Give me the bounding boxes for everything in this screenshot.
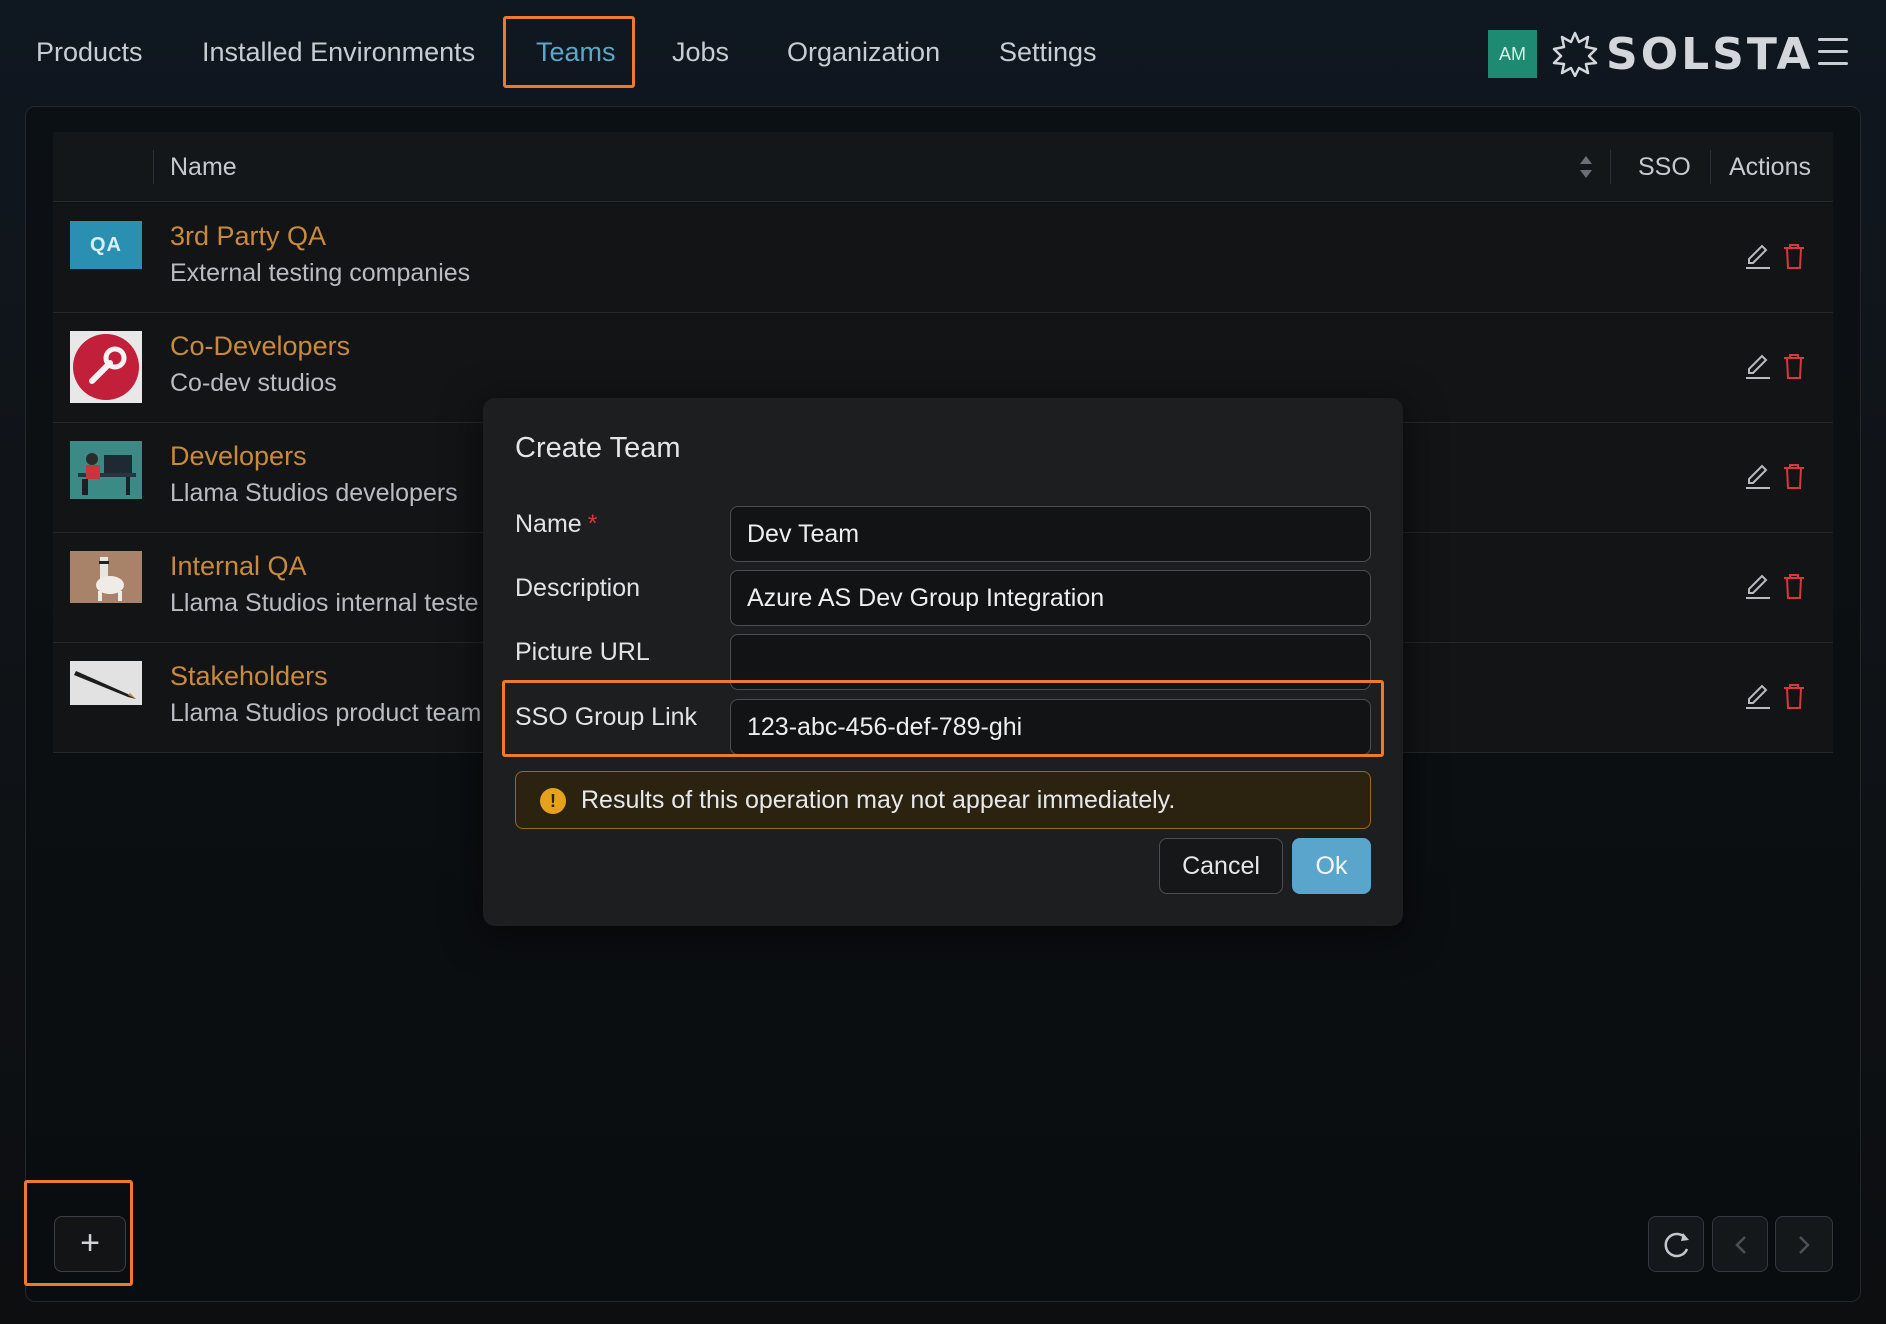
picture-url-label: Picture URL [515,638,650,666]
nav-teams[interactable]: Teams [536,24,616,80]
nav-settings[interactable]: Settings [999,24,1097,80]
required-marker: * [587,510,598,538]
next-page-button[interactable] [1775,1216,1833,1272]
logo-text: SOLSTA [1606,28,1814,80]
sso-group-link-input[interactable] [730,699,1371,755]
delete-icon[interactable] [1779,461,1809,491]
row-actions [1743,681,1813,715]
delete-icon[interactable] [1779,681,1809,711]
edit-icon[interactable] [1743,681,1773,711]
delete-icon[interactable] [1779,351,1809,381]
refresh-button[interactable] [1648,1216,1704,1272]
dialog-title: Create Team [515,432,681,464]
alert-message: Results of this operation may not appear… [581,786,1176,814]
wrench-icon [73,334,139,400]
team-description: External testing companies [170,259,471,287]
menu-icon[interactable] [1818,38,1848,70]
row-actions [1743,461,1813,495]
team-description: Llama Studios developers [170,479,458,507]
create-team-dialog: Create Team Name* Description Picture UR… [483,398,1403,926]
picture-url-input[interactable] [730,634,1371,690]
name-label-text: Name [515,510,582,538]
refresh-icon [1664,1232,1689,1258]
row-actions [1743,351,1813,385]
header-actions: Actions [1729,153,1811,181]
team-name-link[interactable]: Developers [170,441,307,472]
add-team-button[interactable]: + [54,1216,126,1272]
qa-logo-text: QA [90,234,122,256]
sso-group-link-label: SSO Group Link [515,703,698,731]
ok-button[interactable]: Ok [1292,838,1371,894]
chevron-left-icon [1735,1236,1746,1254]
warning-alert: ! Results of this operation may not appe… [515,771,1371,829]
team-description: Llama Studios internal teste [170,589,479,617]
table-row[interactable]: QA 3rd Party QA External testing compani… [53,203,1833,313]
nav-organization[interactable]: Organization [787,24,940,80]
row-actions [1743,241,1813,275]
header-name[interactable]: Name [170,132,237,202]
delete-icon[interactable] [1779,241,1809,271]
delete-icon[interactable] [1779,571,1809,601]
team-name-link[interactable]: Co-Developers [170,331,350,362]
team-description: Llama Studios product team [170,699,482,727]
description-label: Description [515,574,641,602]
warning-icon: ! [540,788,566,814]
user-avatar[interactable]: AM [1488,30,1537,78]
chevron-right-icon [1799,1236,1810,1254]
header-sso: SSO [1638,153,1691,181]
sort-icon[interactable] [1578,152,1594,182]
edit-icon[interactable] [1743,241,1773,271]
team-name-link[interactable]: Internal QA [170,551,307,582]
header-divider [1710,150,1711,184]
team-name-link[interactable]: 3rd Party QA [170,221,326,252]
team-thumbnail [70,441,142,499]
name-label: Name * [515,510,597,539]
pen-icon [70,661,142,705]
name-input[interactable] [730,506,1371,562]
previous-page-button[interactable] [1712,1216,1768,1272]
edit-icon[interactable] [1743,351,1773,381]
row-actions [1743,571,1813,605]
developer-illustration-icon [70,441,142,499]
llama-icon [70,551,142,603]
nav-installed-environments[interactable]: Installed Environments [202,24,475,80]
team-name-link[interactable]: Stakeholders [170,661,328,692]
cancel-button[interactable]: Cancel [1159,838,1283,894]
edit-icon[interactable] [1743,461,1773,491]
team-description: Co-dev studios [170,369,337,397]
team-thumbnail [70,331,142,403]
edit-icon[interactable] [1743,571,1773,601]
top-nav: Products Installed Environments Teams Jo… [0,0,1886,104]
solsta-logo[interactable]: SOLSTA [1552,26,1813,82]
nav-jobs[interactable]: Jobs [672,24,729,80]
team-thumbnail: QA [70,221,142,269]
description-input[interactable] [730,570,1371,626]
team-thumbnail [70,551,142,603]
table-header: Name SSO Actions [53,132,1833,202]
header-divider [1610,150,1611,184]
nav-products[interactable]: Products [36,24,143,80]
header-divider [153,150,154,184]
sunburst-logo-icon [1552,31,1598,77]
team-thumbnail [70,661,142,705]
